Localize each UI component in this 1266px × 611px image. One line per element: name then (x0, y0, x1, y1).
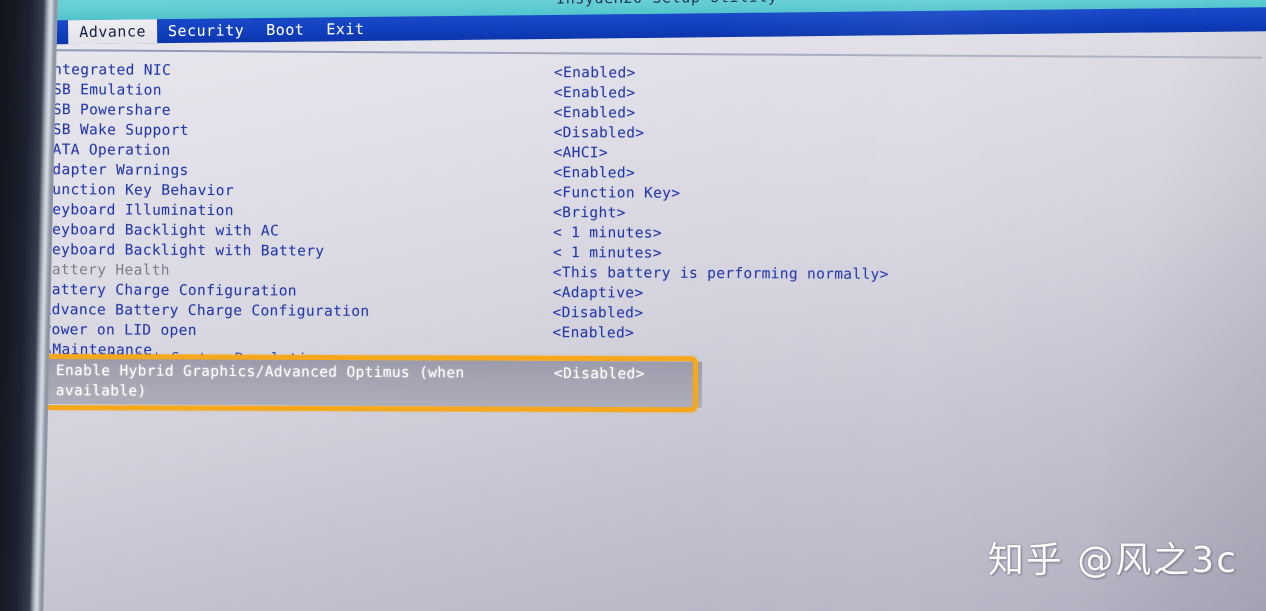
setting-value[interactable]: <Bright> (553, 205, 626, 221)
tab-advance[interactable]: Advance (68, 19, 158, 45)
setting-value: <This battery is performing normally> (552, 265, 889, 283)
tab-exit[interactable]: Exit (315, 17, 375, 42)
setting-value[interactable]: <Disabled> (553, 305, 644, 322)
setting-value[interactable]: <Adaptive> (553, 285, 644, 302)
setting-label: Battery Health (42, 262, 170, 279)
setting-value[interactable]: <Function Key> (553, 185, 680, 202)
setting-value[interactable]: <Enabled> (553, 165, 635, 181)
watermark: 知乎 @风之3c (987, 540, 1238, 581)
setting-value[interactable]: < 1 minutes> (553, 245, 662, 262)
setting-label: USB Wake Support (43, 122, 189, 139)
setting-label: SATA Operation (43, 142, 171, 159)
setting-value[interactable]: <Disabled> (554, 364, 645, 385)
tab-list: Main Advance Security Boot Exit (8, 17, 376, 45)
setting-value[interactable]: <AHCI> (553, 145, 608, 161)
setting-label: Integrated NIC (43, 62, 172, 79)
setting-label: Enable Hybrid Graphics/Advanced Optimus … (55, 363, 465, 400)
setting-value[interactable]: <Enabled> (552, 325, 634, 341)
setting-value[interactable]: <Enabled> (554, 105, 636, 121)
setting-label: USB Emulation (43, 82, 162, 99)
setting-label: Adapter Warnings (43, 162, 189, 179)
bios-screen-photo: InsydeH20 Setup Utility Main Advance Sec… (0, 0, 1266, 611)
settings-list: Integrated NIC <Enabled> USB Emulation <… (28, 60, 1210, 367)
setting-value[interactable]: <Enabled> (554, 65, 636, 81)
setting-value[interactable]: < 1 minutes> (553, 225, 662, 242)
setting-label: Function Key Behavior (43, 182, 234, 200)
setting-label: Keyboard Backlight with AC (42, 222, 280, 240)
setting-row-enable-hybrid-graphics-selected[interactable]: Enable Hybrid Graphics/Advanced Optimus … (43, 358, 702, 408)
setting-label: Keyboard Backlight with Battery (42, 242, 325, 260)
setting-label: USB Powershare (43, 102, 171, 119)
setting-label: Advance Battery Charge Configuration (42, 302, 370, 320)
setting-label: Power on LID open (42, 322, 197, 339)
setting-label: Keyboard Illumination (43, 202, 234, 220)
setting-label: Battery Charge Configuration (42, 282, 297, 300)
setting-value[interactable]: <Enabled> (554, 85, 636, 101)
tab-boot[interactable]: Boot (255, 18, 315, 43)
tab-security[interactable]: Security (157, 18, 256, 43)
setting-value[interactable]: <Disabled> (554, 125, 645, 142)
page-title: InsydeH20 Setup Utility (556, 0, 778, 8)
